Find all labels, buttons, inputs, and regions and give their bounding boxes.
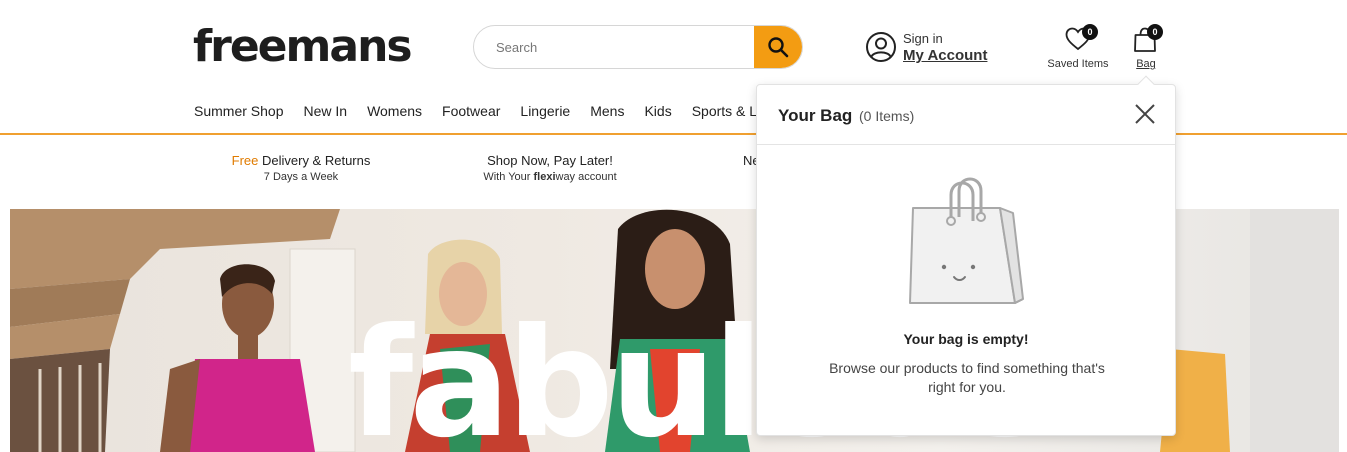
promo-highlight: Free [231,153,259,168]
nav-item-mens[interactable]: Mens [590,103,624,123]
empty-bag-message: Browse our products to find something th… [829,360,1105,395]
promo-free-delivery[interactable]: Free Delivery & Returns 7 Days a Week [216,153,386,183]
search-bar [473,25,803,69]
bag-dropdown: Your Bag (0 Items) Your bag is empty! Br… [756,75,1176,436]
sign-in-label[interactable]: Sign in [903,31,943,46]
promo-subtitle: 7 Days a Week [263,171,339,183]
account-link[interactable]: Sign in My Account [865,30,995,66]
promo-subtitle-bold: flexi [533,171,556,183]
my-account-link[interactable]: My Account [903,47,987,64]
user-circle-icon [866,32,896,62]
nav-item-new-in[interactable]: New In [303,103,347,123]
saved-count-badge: 0 [1082,24,1098,40]
search-input[interactable] [474,26,756,68]
nav-item-womens[interactable]: Womens [367,103,422,123]
saved-items-label: Saved Items [1047,58,1109,70]
promo-subtitle-post: way account [555,171,617,183]
nav-item-kids[interactable]: Kids [644,103,671,123]
empty-bag-title: Your bag is empty! [903,331,1029,347]
main-nav: Summer Shop New In Womens Footwear Linge… [194,103,785,123]
empty-bag-illustration [909,177,1024,304]
close-bag-button[interactable] [1133,102,1157,126]
bag-button[interactable]: 0 Bag [1128,24,1164,72]
freemans-logo[interactable]: freemans [193,22,413,72]
bag-count-badge: 0 [1147,24,1163,40]
search-icon [768,37,789,58]
bag-title: Your Bag [778,106,853,125]
close-icon [1135,104,1155,124]
nav-item-sports[interactable]: Sports & Le [692,103,765,123]
bag-label[interactable]: Bag [1128,58,1164,70]
promo-title: Shop Now, Pay Later! [487,153,613,168]
bag-dropdown-header: Your Bag (0 Items) [757,85,1175,145]
nav-item-summer-shop[interactable]: Summer Shop [194,103,283,123]
search-button[interactable] [754,26,802,68]
promo-subtitle-pre: With Your [483,171,534,183]
nav-item-lingerie[interactable]: Lingerie [520,103,570,123]
bag-item-count: (0 Items) [859,108,915,124]
nav-item-footwear[interactable]: Footwear [442,103,500,123]
promo-pay-later[interactable]: Shop Now, Pay Later! With Your flexiway … [470,153,630,183]
promo-title: Delivery & Returns [261,153,371,168]
saved-items-button[interactable]: 0 Saved Items [1046,24,1110,72]
